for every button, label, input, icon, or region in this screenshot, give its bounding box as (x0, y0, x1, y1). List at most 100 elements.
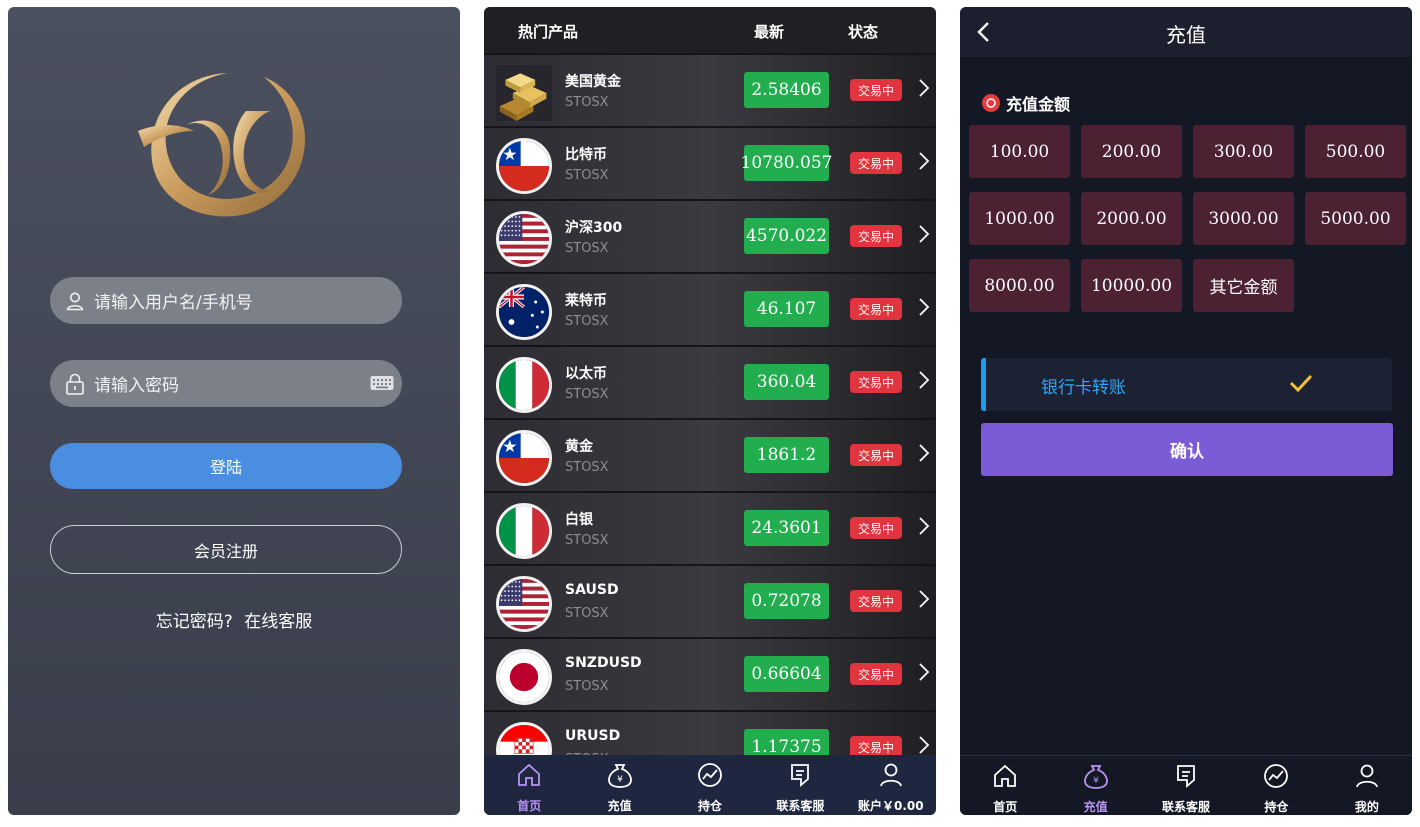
amount-option[interactable]: 2000.00 (1081, 192, 1182, 245)
amount-option[interactable]: 500.00 (1305, 125, 1406, 178)
product-code: STOSX (565, 314, 609, 329)
product-row[interactable]: 以太币 STOSX 360.04 交易中 (484, 345, 936, 418)
amount-option[interactable]: 1000.00 (969, 192, 1070, 245)
product-name: 沪深300 (565, 220, 623, 236)
forgot-password-link[interactable]: 忘记密码? (156, 612, 233, 632)
chevron-right-icon[interactable] (918, 223, 930, 245)
product-row[interactable]: SAUSD STOSX 0.72078 交易中 (484, 564, 936, 637)
product-name: 以太币 (565, 366, 607, 382)
header-latest: 最新 (754, 23, 785, 41)
status-badge: 交易中 (850, 225, 902, 247)
product-row[interactable]: 美国黄金 STOSX 2.58406 交易中 (484, 53, 936, 126)
status-badge: 交易中 (850, 371, 902, 393)
status-badge: 交易中 (850, 444, 902, 466)
tab-item[interactable]: 账户￥0.00 (846, 755, 936, 815)
chevron-right-icon[interactable] (918, 77, 930, 99)
amount-option[interactable]: 100.00 (969, 125, 1070, 178)
message-icon (1172, 762, 1200, 794)
product-price: 1.17375 (744, 729, 829, 755)
product-row[interactable]: URUSD STOSX 1.17375 交易中 (484, 710, 936, 755)
croatia-flag-icon (496, 722, 552, 755)
page-title: 充值 (1166, 23, 1206, 47)
tab-item[interactable]: 首页 (484, 755, 574, 815)
amount-option[interactable]: 8000.00 (969, 259, 1070, 312)
product-price: 0.66604 (744, 656, 829, 692)
tab-item[interactable]: ¥ 充值 (574, 755, 664, 815)
tab-label: 账户￥0.00 (858, 799, 924, 813)
amount-option[interactable]: 5000.00 (1305, 192, 1406, 245)
payment-method-bank-transfer[interactable]: 银行卡转账 (981, 358, 1392, 411)
product-row[interactable]: 黄金 STOSX 1861.2 交易中 (484, 418, 936, 491)
chevron-right-icon[interactable] (918, 369, 930, 391)
amount-option[interactable]: 300.00 (1193, 125, 1294, 178)
username-field[interactable]: 请输入用户名/手机号 (50, 277, 402, 324)
payment-method-label: 银行卡转账 (1041, 378, 1126, 398)
product-code: STOSX (565, 533, 609, 548)
register-button[interactable]: 会员注册 (50, 525, 402, 574)
product-name: 黄金 (565, 439, 593, 455)
tab-label: 持仓 (698, 799, 723, 813)
coin-icon (982, 94, 1000, 112)
svg-text:¥: ¥ (1093, 776, 1099, 786)
product-code: STOSX (565, 387, 609, 402)
chevron-right-icon[interactable] (918, 515, 930, 537)
online-service-link[interactable]: 在线客服 (244, 612, 312, 632)
password-field[interactable]: 请输入密码 (50, 360, 402, 407)
product-code: STOSX (565, 95, 609, 110)
status-badge: 交易中 (850, 517, 902, 539)
chevron-right-icon[interactable] (918, 734, 930, 755)
product-code: STOSX (565, 168, 609, 183)
confirm-button[interactable]: 确认 (981, 423, 1393, 476)
tab-label: 我的 (1354, 800, 1379, 814)
product-row[interactable]: 白银 STOSX 24.3601 交易中 (484, 491, 936, 564)
tab-label: 联系客服 (776, 799, 825, 813)
chevron-right-icon[interactable] (918, 661, 930, 683)
nav-bar: 充值 (960, 7, 1412, 57)
amount-option[interactable]: 10000.00 (1081, 259, 1182, 312)
svg-text:¥: ¥ (617, 775, 623, 785)
product-price: 1861.2 (744, 437, 829, 473)
tab-item[interactable]: 持仓 (665, 755, 755, 815)
user-icon (1353, 762, 1381, 794)
tab-label: 联系客服 (1162, 800, 1211, 814)
chevron-right-icon[interactable] (918, 442, 930, 464)
tab-item[interactable]: 联系客服 (755, 755, 845, 815)
product-name: 比特币 (565, 147, 607, 163)
login-button[interactable]: 登陆 (50, 443, 402, 489)
chevron-right-icon[interactable] (918, 150, 930, 172)
tab-item[interactable]: 联系客服 (1141, 756, 1231, 815)
chart-circle-icon (696, 761, 724, 793)
amount-option[interactable]: 3000.00 (1193, 192, 1294, 245)
amount-option[interactable]: 200.00 (1081, 125, 1182, 178)
product-row[interactable]: 莱特币 STOSX 46.107 交易中 (484, 272, 936, 345)
chile-flag-icon (496, 430, 552, 486)
header-product: 热门产品 (518, 23, 579, 41)
product-price: 2.58406 (744, 72, 829, 108)
product-name: SNZDUSD (565, 655, 642, 671)
username-placeholder: 请输入用户名/手机号 (94, 293, 253, 313)
tab-item[interactable]: 我的 (1322, 756, 1412, 815)
amount-option[interactable]: 其它金额 (1193, 259, 1294, 312)
tab-item[interactable]: ¥ 充值 (1050, 756, 1140, 815)
chevron-right-icon[interactable] (918, 588, 930, 610)
amount-section-text: 充值金额 (1006, 95, 1071, 114)
chevron-right-icon[interactable] (918, 296, 930, 318)
keyboard-icon[interactable] (370, 374, 394, 392)
italy-flag-icon (496, 357, 552, 413)
tab-item[interactable]: 持仓 (1231, 756, 1321, 815)
product-code: STOSX (565, 460, 609, 475)
product-price: 24.3601 (744, 510, 829, 546)
tab-label: 持仓 (1264, 800, 1289, 814)
lock-icon (64, 373, 86, 395)
product-row[interactable]: 比特币 STOSX 10780.057 交易中 (484, 126, 936, 199)
product-row[interactable]: SNZDUSD STOSX 0.66604 交易中 (484, 637, 936, 710)
product-row[interactable]: 沪深300 STOSX 4570.022 交易中 (484, 199, 936, 272)
tab-label: 充值 (607, 799, 632, 813)
login-screen: 请输入用户名/手机号 请输入密码 登陆 会员注册 忘记密码? 在线客服 (8, 7, 460, 815)
usa-flag-icon (496, 576, 552, 632)
money-bag-icon: ¥ (606, 761, 634, 793)
home-icon (515, 761, 543, 793)
tab-item[interactable]: 首页 (960, 756, 1050, 815)
status-badge: 交易中 (850, 663, 902, 685)
brand-logo (138, 73, 305, 217)
